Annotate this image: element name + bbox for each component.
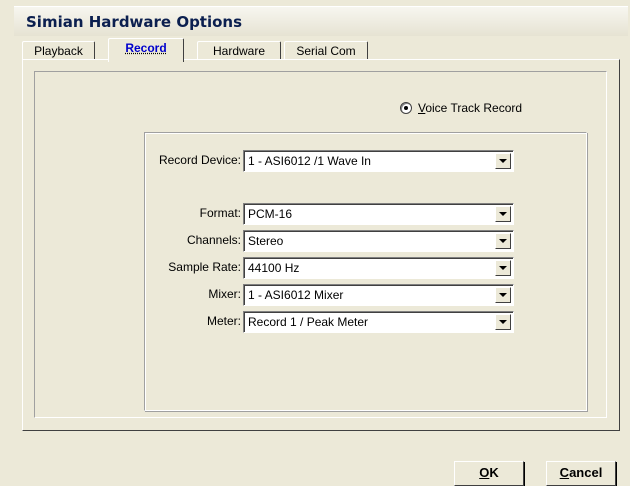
sample-rate-value: 44100 Hz	[248, 261, 300, 275]
meter-label: Meter:	[206, 314, 241, 328]
tab-record-label: Record	[125, 41, 167, 55]
voice-track-record-label: Voice Track Record	[418, 101, 523, 115]
record-panel-frame: Voice Track Record Record Device: 1 - AS…	[34, 71, 607, 418]
mixer-select[interactable]: 1 - ASI6012 Mixer	[243, 284, 514, 306]
tab-serial-com-label: Serial Com	[296, 44, 356, 58]
format-value: PCM-16	[248, 207, 293, 221]
dialog-footer: OK Cancel	[14, 456, 630, 486]
tab-serial-com[interactable]: Serial Com	[284, 41, 368, 61]
tab-playback-label: Playback	[34, 44, 83, 58]
tab-hardware-label: Hardware	[212, 44, 266, 58]
mixer-row: Mixer: 1 - ASI6012 Mixer	[145, 284, 586, 306]
channels-row: Channels: Stereo	[145, 230, 586, 252]
radio-selected-icon	[400, 102, 412, 114]
record-device-row: Record Device: 1 - ASI6012 /1 Wave In	[145, 150, 586, 172]
format-row: Format: PCM-16	[145, 203, 586, 225]
record-tab-panel: Voice Track Record Record Device: 1 - AS…	[22, 59, 620, 431]
chevron-down-icon[interactable]	[495, 233, 511, 249]
tab-record[interactable]: Record	[108, 38, 184, 62]
record-settings-group: Record Device: 1 - ASI6012 /1 Wave In Fo…	[144, 132, 587, 411]
chevron-down-icon[interactable]	[495, 287, 511, 303]
channels-value: Stereo	[248, 234, 284, 248]
tab-hardware[interactable]: Hardware	[197, 41, 281, 61]
record-device-label: Record Device:	[158, 153, 241, 167]
format-label: Format:	[199, 206, 241, 220]
chevron-down-icon[interactable]	[495, 314, 511, 330]
mixer-value: 1 - ASI6012 Mixer	[248, 288, 344, 302]
chevron-down-icon[interactable]	[495, 260, 511, 276]
record-device-value: 1 - ASI6012 /1 Wave In	[248, 154, 371, 168]
channels-select[interactable]: Stereo	[243, 230, 514, 252]
meter-value: Record 1 / Peak Meter	[248, 315, 369, 329]
sample-rate-label: Sample Rate:	[168, 260, 241, 274]
tab-playback[interactable]: Playback	[22, 41, 95, 61]
voice-track-record-radio[interactable]: Voice Track Record	[400, 101, 522, 115]
chevron-down-icon[interactable]	[495, 153, 511, 169]
channels-label: Channels:	[186, 233, 241, 247]
meter-select[interactable]: Record 1 / Peak Meter	[243, 311, 514, 333]
format-select[interactable]: PCM-16	[243, 203, 514, 225]
sample-rate-row: Sample Rate: 44100 Hz	[145, 257, 586, 279]
chevron-down-icon[interactable]	[495, 206, 511, 222]
record-device-select[interactable]: 1 - ASI6012 /1 Wave In	[243, 150, 514, 172]
ok-button[interactable]: OK	[454, 461, 524, 486]
cancel-button[interactable]: Cancel	[546, 461, 616, 486]
hardware-options-window: Simian Hardware Options Playback Record …	[0, 0, 630, 486]
title-bar: Simian Hardware Options	[14, 6, 628, 36]
mixer-label: Mixer:	[208, 287, 241, 301]
sample-rate-select[interactable]: 44100 Hz	[243, 257, 514, 279]
meter-row: Meter: Record 1 / Peak Meter	[145, 311, 586, 333]
window-title: Simian Hardware Options	[26, 13, 243, 31]
